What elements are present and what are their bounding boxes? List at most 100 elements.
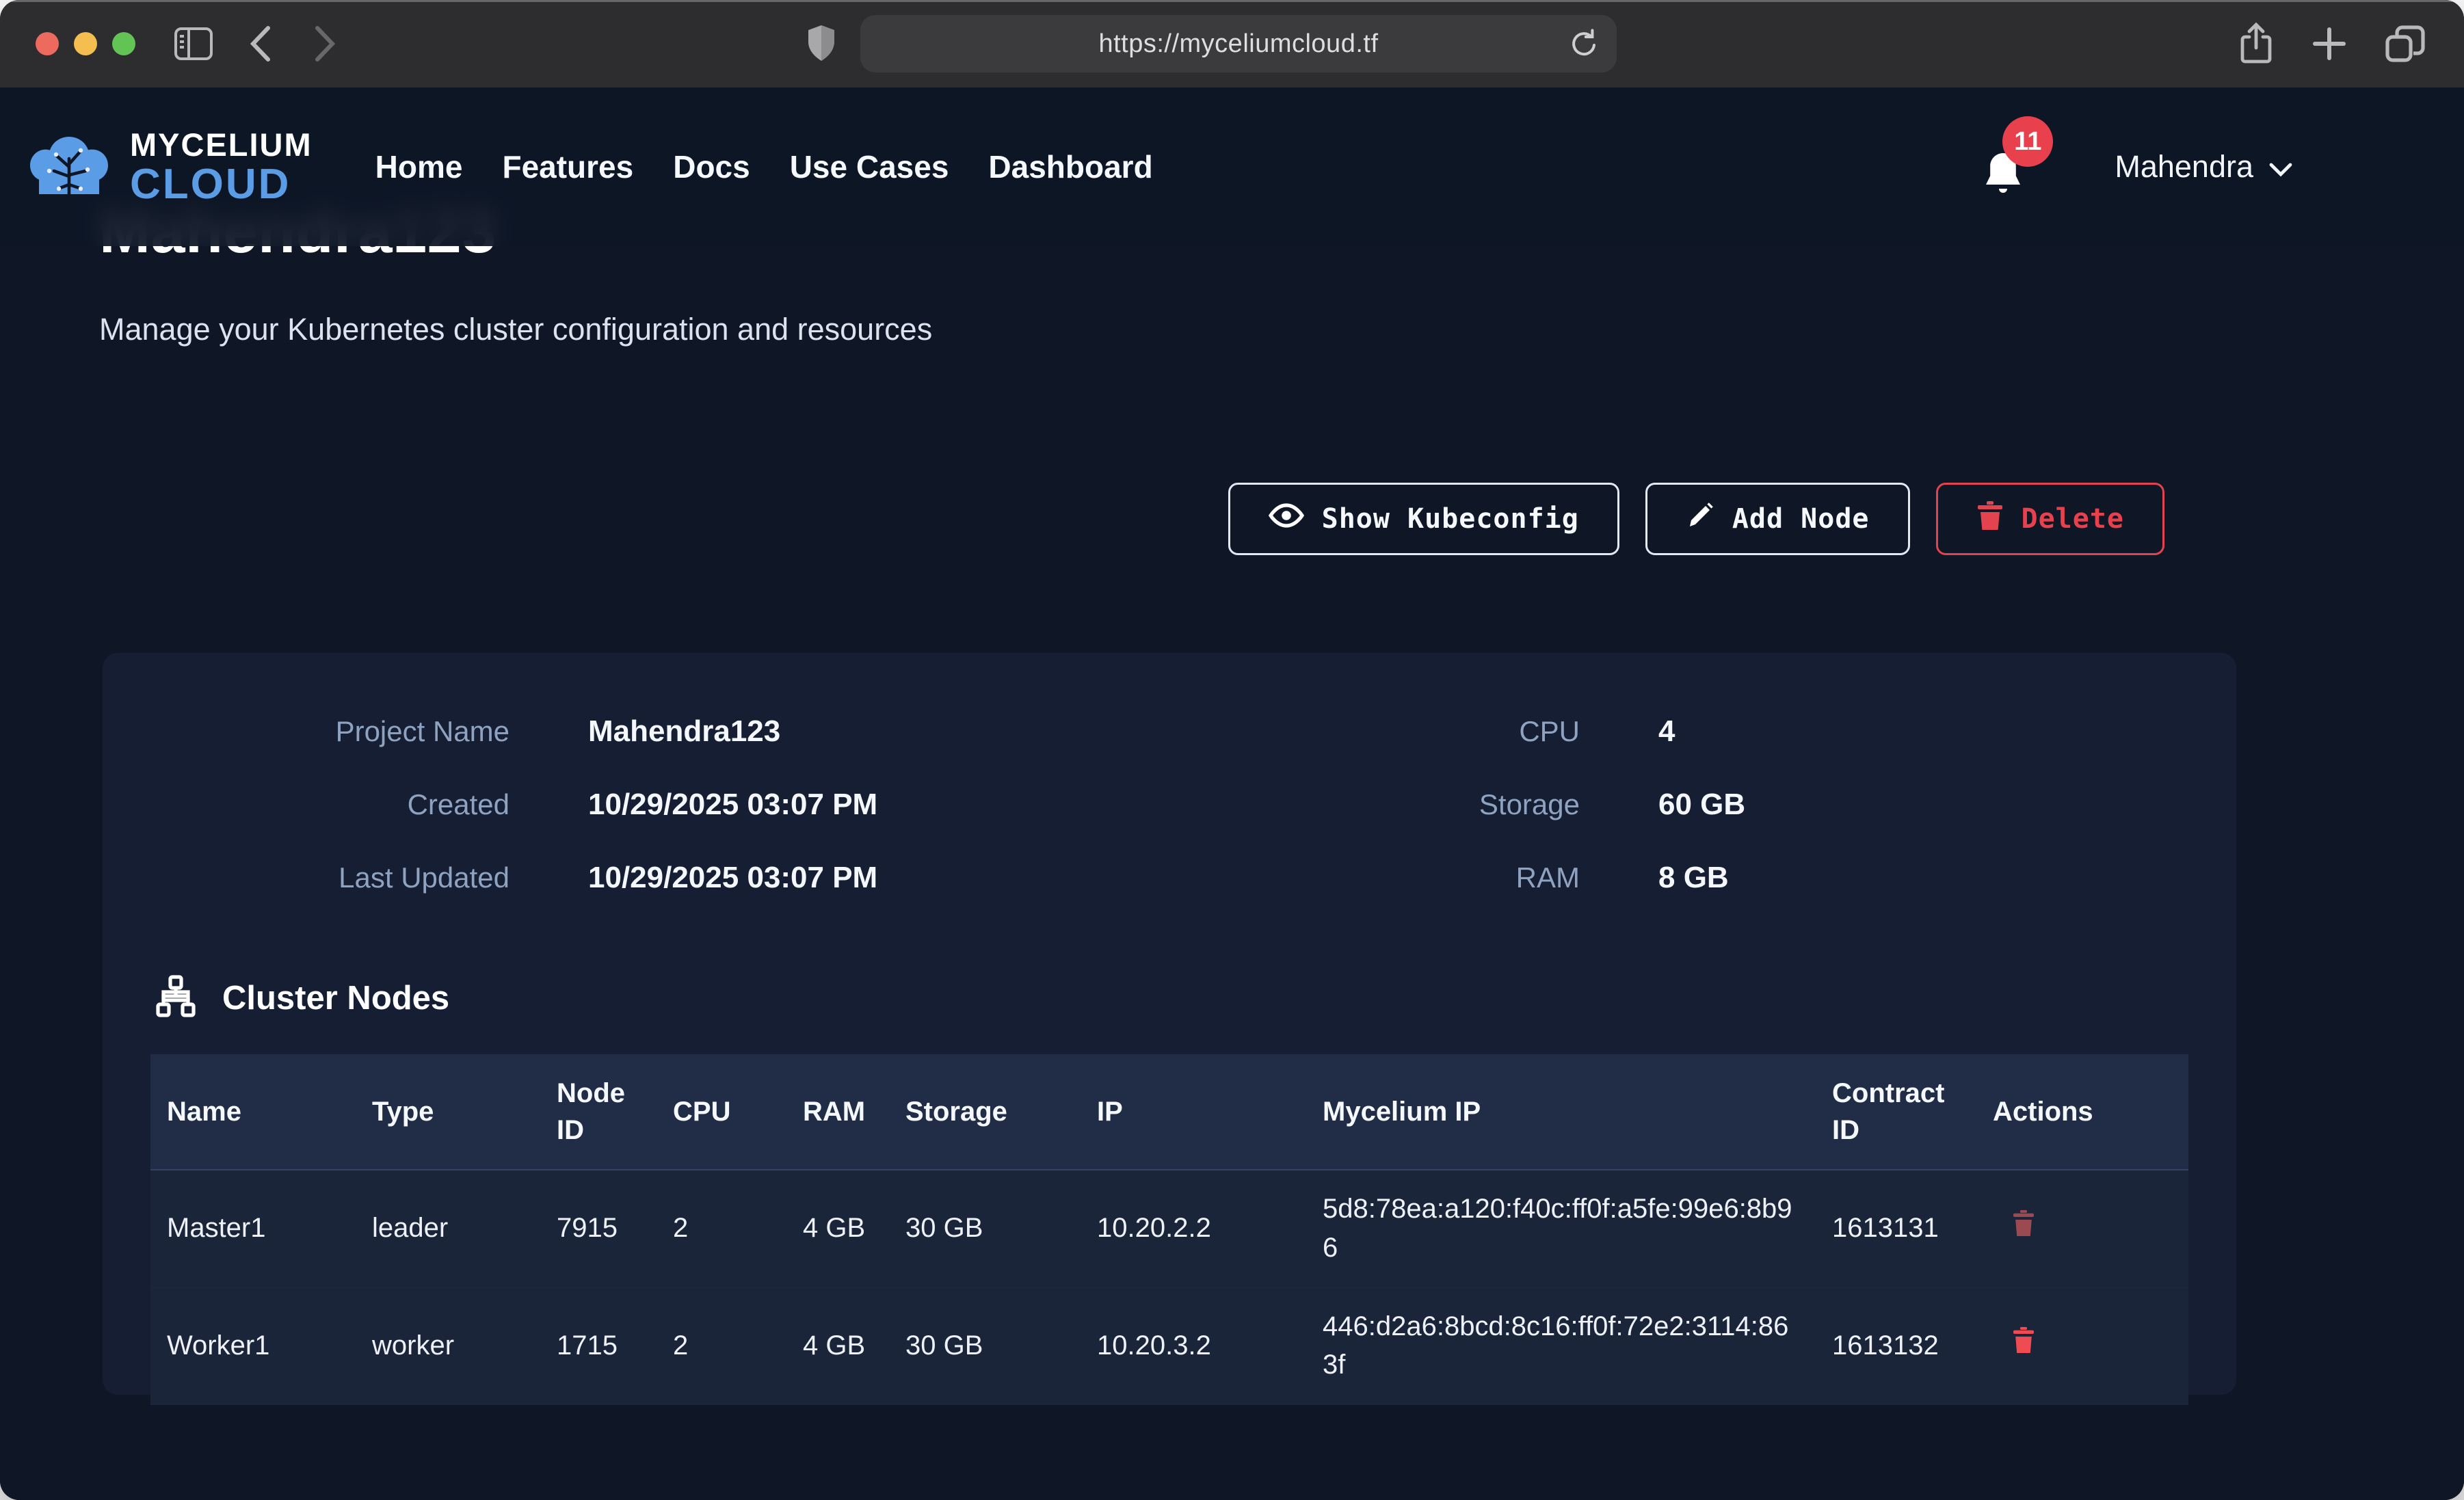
col-contract-id: Contract ID xyxy=(1816,1054,1976,1170)
eye-icon xyxy=(1269,502,1304,536)
cluster-nodes-title: Cluster Nodes xyxy=(222,979,449,1017)
browser-chrome: https://myceliumcloud.tf xyxy=(0,0,2464,88)
info-value: 4 xyxy=(1658,714,1745,749)
col-actions: Actions xyxy=(1976,1054,2188,1170)
brand-bottom: CLOUD xyxy=(130,163,313,206)
cell-actions xyxy=(1976,1287,2188,1405)
cell-cpu: 2 xyxy=(657,1287,786,1405)
tabs-icon[interactable] xyxy=(2385,25,2426,63)
add-node-label: Add Node xyxy=(1732,503,1870,535)
info-value: 10/29/2025 03:07 PM xyxy=(588,788,877,822)
delete-cluster-button[interactable]: Delete xyxy=(1936,483,2165,555)
cell-storage: 30 GB xyxy=(889,1287,1081,1405)
table-header-row: Name Type Node ID CPU RAM Storage IP Myc… xyxy=(150,1054,2188,1170)
info-value: 10/29/2025 03:07 PM xyxy=(588,861,877,895)
brand-text: MYCELIUM CLOUD xyxy=(130,129,313,206)
cell-type: leader xyxy=(356,1170,540,1287)
show-kubeconfig-button[interactable]: Show Kubeconfig xyxy=(1228,483,1619,555)
trash-icon xyxy=(2012,1326,2035,1356)
close-window-button[interactable] xyxy=(36,32,59,55)
cell-mycelium-ip: 5d8:78ea:a120:f40c:ff0f:a5fe:99e6:8b96 xyxy=(1306,1170,1816,1287)
cell-name: Master1 xyxy=(150,1170,356,1287)
nav-item-home[interactable]: Home xyxy=(375,148,463,185)
col-node-id: Node ID xyxy=(540,1054,657,1170)
info-label: CPU xyxy=(1306,715,1580,748)
cluster-details-card: Project Name Mahendra123 Created 10/29/2… xyxy=(103,653,2236,1395)
cell-ram: 4 GB xyxy=(786,1287,889,1405)
cluster-nodes-table: Name Type Node ID CPU RAM Storage IP Myc… xyxy=(150,1054,2188,1405)
nav-item-features[interactable]: Features xyxy=(502,148,633,185)
info-value: Mahendra123 xyxy=(588,714,877,749)
brand[interactable]: MYCELIUM CLOUD xyxy=(26,129,313,206)
trash-icon xyxy=(2012,1209,2035,1240)
info-value: 8 GB xyxy=(1658,861,1745,895)
cluster-nodes-heading: Cluster Nodes xyxy=(154,974,2236,1021)
delete-node-button[interactable] xyxy=(2012,1326,2035,1356)
new-tab-icon[interactable] xyxy=(2311,25,2348,62)
traffic-lights xyxy=(36,32,135,55)
table-row: Worker1 worker 1715 2 4 GB 30 GB 10.20.3… xyxy=(150,1287,2188,1405)
shield-icon[interactable] xyxy=(806,24,837,64)
info-label: RAM xyxy=(1306,861,1580,894)
col-mycelium-ip: Mycelium IP xyxy=(1306,1054,1816,1170)
show-kubeconfig-label: Show Kubeconfig xyxy=(1322,503,1579,535)
sitemap-icon xyxy=(154,974,198,1021)
nav-item-dashboard[interactable]: Dashboard xyxy=(988,148,1152,185)
page-subtitle: Manage your Kubernetes cluster configura… xyxy=(99,312,932,347)
cell-ip: 10.20.3.2 xyxy=(1081,1287,1306,1405)
address-bar-group: https://myceliumcloud.tf xyxy=(806,0,1617,88)
forward-button-icon[interactable] xyxy=(313,25,336,62)
reload-icon[interactable] xyxy=(1569,27,1599,60)
cell-cpu: 2 xyxy=(657,1170,786,1287)
col-cpu: CPU xyxy=(657,1054,786,1170)
zoom-window-button[interactable] xyxy=(112,32,135,55)
address-bar[interactable]: https://myceliumcloud.tf xyxy=(860,15,1617,72)
nav-item-docs[interactable]: Docs xyxy=(673,148,750,185)
chevron-down-icon xyxy=(2268,149,2293,185)
notifications-button[interactable]: 11 xyxy=(1981,135,2035,198)
col-name: Name xyxy=(150,1054,356,1170)
cell-ip: 10.20.2.2 xyxy=(1081,1170,1306,1287)
nav-item-use-cases[interactable]: Use Cases xyxy=(790,148,949,185)
info-label: Created xyxy=(144,788,509,821)
pencil-icon xyxy=(1686,501,1714,537)
browser-window: https://myceliumcloud.tf xyxy=(0,0,2464,1500)
cloud-logo-icon xyxy=(26,131,112,203)
cell-name: Worker1 xyxy=(150,1287,356,1405)
chrome-right-icons xyxy=(2238,0,2426,88)
user-name: Mahendra xyxy=(2115,149,2253,185)
col-ip: IP xyxy=(1081,1054,1306,1170)
url-text: https://myceliumcloud.tf xyxy=(860,29,1617,59)
screenshot-stage: https://myceliumcloud.tf xyxy=(0,0,2464,1500)
info-value: 60 GB xyxy=(1658,788,1745,822)
sidebar-toggle-icon[interactable] xyxy=(174,27,213,61)
brand-top: MYCELIUM xyxy=(130,129,313,161)
add-node-button[interactable]: Add Node xyxy=(1645,483,1910,555)
share-icon[interactable] xyxy=(2238,22,2274,66)
cell-actions xyxy=(1976,1170,2188,1287)
cell-type: worker xyxy=(356,1287,540,1405)
cell-node-id: 1715 xyxy=(540,1287,657,1405)
project-info: Project Name Mahendra123 Created 10/29/2… xyxy=(103,653,2236,895)
minimize-window-button[interactable] xyxy=(74,32,97,55)
cell-ram: 4 GB xyxy=(786,1170,889,1287)
nav-right: 11 Mahendra xyxy=(1981,135,2293,198)
nav-links: Home Features Docs Use Cases Dashboard xyxy=(375,148,1153,185)
site-viewport: Mahendra123 xyxy=(0,88,2464,1500)
col-storage: Storage xyxy=(889,1054,1081,1170)
user-menu[interactable]: Mahendra xyxy=(2115,149,2293,185)
back-button-icon[interactable] xyxy=(249,25,272,62)
delete-node-button[interactable] xyxy=(2012,1209,2035,1240)
cell-node-id: 7915 xyxy=(540,1170,657,1287)
table-row: Master1 leader 7915 2 4 GB 30 GB 10.20.2… xyxy=(150,1170,2188,1287)
cell-contract-id: 1613132 xyxy=(1816,1287,1976,1405)
notification-badge: 11 xyxy=(2002,116,2053,167)
delete-label: Delete xyxy=(2022,503,2125,535)
info-label: Storage xyxy=(1306,788,1580,821)
site-navbar: MYCELIUM CLOUD Home Features Docs Use Ca… xyxy=(0,88,2464,246)
cell-contract-id: 1613131 xyxy=(1816,1170,1976,1287)
trash-icon xyxy=(1976,500,2004,538)
col-type: Type xyxy=(356,1054,540,1170)
project-info-right: CPU 4 Storage 60 GB RAM 8 GB xyxy=(1306,714,1745,895)
info-label: Last Updated xyxy=(144,861,509,894)
